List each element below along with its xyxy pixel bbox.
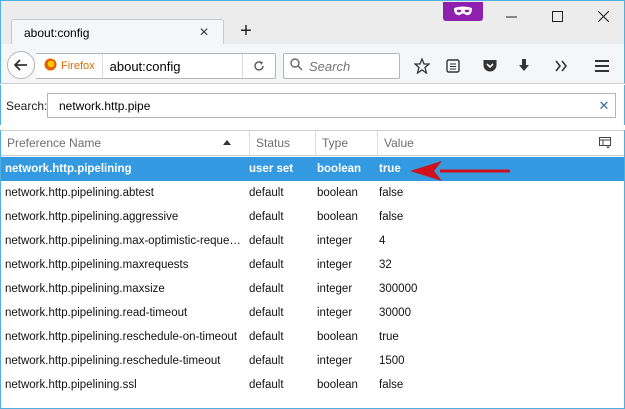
cell-type: boolean — [317, 163, 362, 175]
cell-status: default — [249, 283, 284, 295]
column-header-status[interactable]: Status — [249, 131, 315, 155]
cell-value: false — [379, 379, 404, 391]
maximize-icon[interactable] — [534, 1, 580, 31]
table-row[interactable]: network.http.pipelining.max-optimistic-r… — [1, 229, 624, 253]
table-row[interactable]: network.http.pipelining.abtest default boo… — [1, 181, 624, 205]
cell-status: default — [249, 211, 284, 223]
table-row[interactable]: network.http.pipelining.ssl default boolea… — [1, 373, 624, 397]
table-row[interactable]: network.http.pipelining.reschedule-timeo… — [1, 349, 624, 373]
table-header: Preference Name Status Type Value — [1, 130, 624, 156]
cell-type: integer — [317, 307, 353, 319]
cell-status: default — [249, 259, 284, 271]
cell-value: true — [379, 331, 399, 343]
filter-label: Search: — [6, 99, 48, 113]
reader-list-icon[interactable] — [439, 54, 467, 78]
table-row[interactable]: network.http.pipelining.read-timeout defa… — [1, 301, 624, 325]
table-row[interactable]: network.http.pipelining.aggressive defaul… — [1, 205, 624, 229]
cell-preference-name: network.http.pipelining.maxsize — [5, 283, 165, 295]
table-body: network.http.pipelining user set boolean tr… — [1, 157, 624, 397]
column-header-preference-name[interactable]: Preference Name — [1, 131, 249, 155]
cell-value: 4 — [379, 235, 386, 247]
cell-preference-name: network.http.pipelining.ssl — [5, 379, 137, 391]
cell-value: 300000 — [379, 283, 418, 295]
cell-type: integer — [317, 355, 353, 367]
identity-box[interactable]: Firefox — [36, 54, 103, 78]
cell-preference-name: network.http.pipelining.max-optimistic-r… — [5, 235, 243, 247]
close-tab-icon[interactable]: × — [193, 24, 215, 42]
cell-preference-name: network.http.pipelining.aggressive — [5, 211, 179, 223]
back-icon[interactable] — [7, 51, 35, 79]
cell-status: default — [249, 355, 284, 367]
search-input[interactable] — [309, 58, 389, 74]
close-window-icon[interactable] — [580, 1, 625, 31]
cell-status: default — [249, 187, 284, 199]
cell-preference-name: network.http.pipelining.maxrequests — [5, 259, 189, 271]
search-icon — [290, 58, 303, 74]
tab-title: about:config — [24, 26, 90, 40]
column-header-type[interactable]: Type — [315, 131, 377, 155]
cell-preference-name: network.http.pipelining.abtest — [5, 187, 154, 199]
cell-value: false — [379, 187, 404, 199]
cell-type: integer — [317, 283, 353, 295]
menu-icon[interactable] — [588, 54, 616, 78]
cell-preference-name: network.http.pipelining — [5, 163, 132, 175]
cell-value: 30000 — [379, 307, 411, 319]
cell-type: integer — [317, 259, 353, 271]
search-bar[interactable] — [283, 53, 400, 79]
table-row[interactable]: network.http.pipelining.maxrequests defau… — [1, 253, 624, 277]
column-picker-icon[interactable] — [599, 137, 611, 149]
cell-value: true — [379, 163, 401, 175]
cell-status: default — [249, 331, 284, 343]
cell-type: boolean — [317, 379, 358, 391]
filter-input[interactable]: network.http.pipe ✕ — [47, 93, 616, 118]
cell-type: boolean — [317, 331, 358, 343]
title-bar: about:config × + — [0, 0, 625, 46]
new-tab-icon[interactable]: + — [235, 20, 257, 44]
column-header-value[interactable]: Value — [377, 131, 591, 155]
cell-preference-name: network.http.pipelining.reschedule-timeo… — [5, 355, 221, 367]
cell-value: 1500 — [379, 355, 405, 367]
cell-status: default — [249, 307, 284, 319]
reload-icon[interactable] — [242, 54, 274, 78]
cell-status: default — [249, 379, 284, 391]
cell-status: default — [249, 235, 284, 247]
cell-type: integer — [317, 235, 353, 247]
minimize-icon[interactable] — [488, 1, 534, 31]
table-row[interactable]: network.http.pipelining.reschedule-on-ti… — [1, 325, 624, 349]
cell-value: 32 — [379, 259, 392, 271]
filter-value[interactable]: network.http.pipe — [59, 99, 593, 113]
url-bar[interactable]: Firefox about:config — [36, 53, 276, 79]
private-browsing-icon — [443, 2, 483, 21]
cell-status: user set — [249, 163, 294, 175]
bookmark-star-icon[interactable] — [408, 54, 436, 78]
cell-preference-name: network.http.pipelining.reschedule-on-ti… — [5, 331, 238, 343]
cell-preference-name: network.http.pipelining.read-timeout — [5, 307, 188, 319]
firefox-icon — [44, 58, 57, 74]
pocket-icon[interactable] — [476, 54, 504, 78]
sort-ascending-icon — [223, 140, 231, 145]
cell-type: boolean — [317, 187, 358, 199]
preferences-table: Preference Name Status Type Value networ… — [0, 130, 625, 409]
overflow-icon[interactable] — [547, 54, 575, 78]
table-row[interactable]: network.http.pipelining user set boolean tr… — [1, 157, 624, 181]
identity-label: Firefox — [61, 60, 95, 72]
tab-about-config[interactable]: about:config × — [11, 19, 224, 46]
cell-type: boolean — [317, 211, 358, 223]
clear-icon[interactable]: ✕ — [593, 98, 615, 114]
download-icon[interactable] — [510, 54, 538, 78]
cell-value: false — [379, 211, 404, 223]
table-row[interactable]: network.http.pipelining.maxsize default in… — [1, 277, 624, 301]
